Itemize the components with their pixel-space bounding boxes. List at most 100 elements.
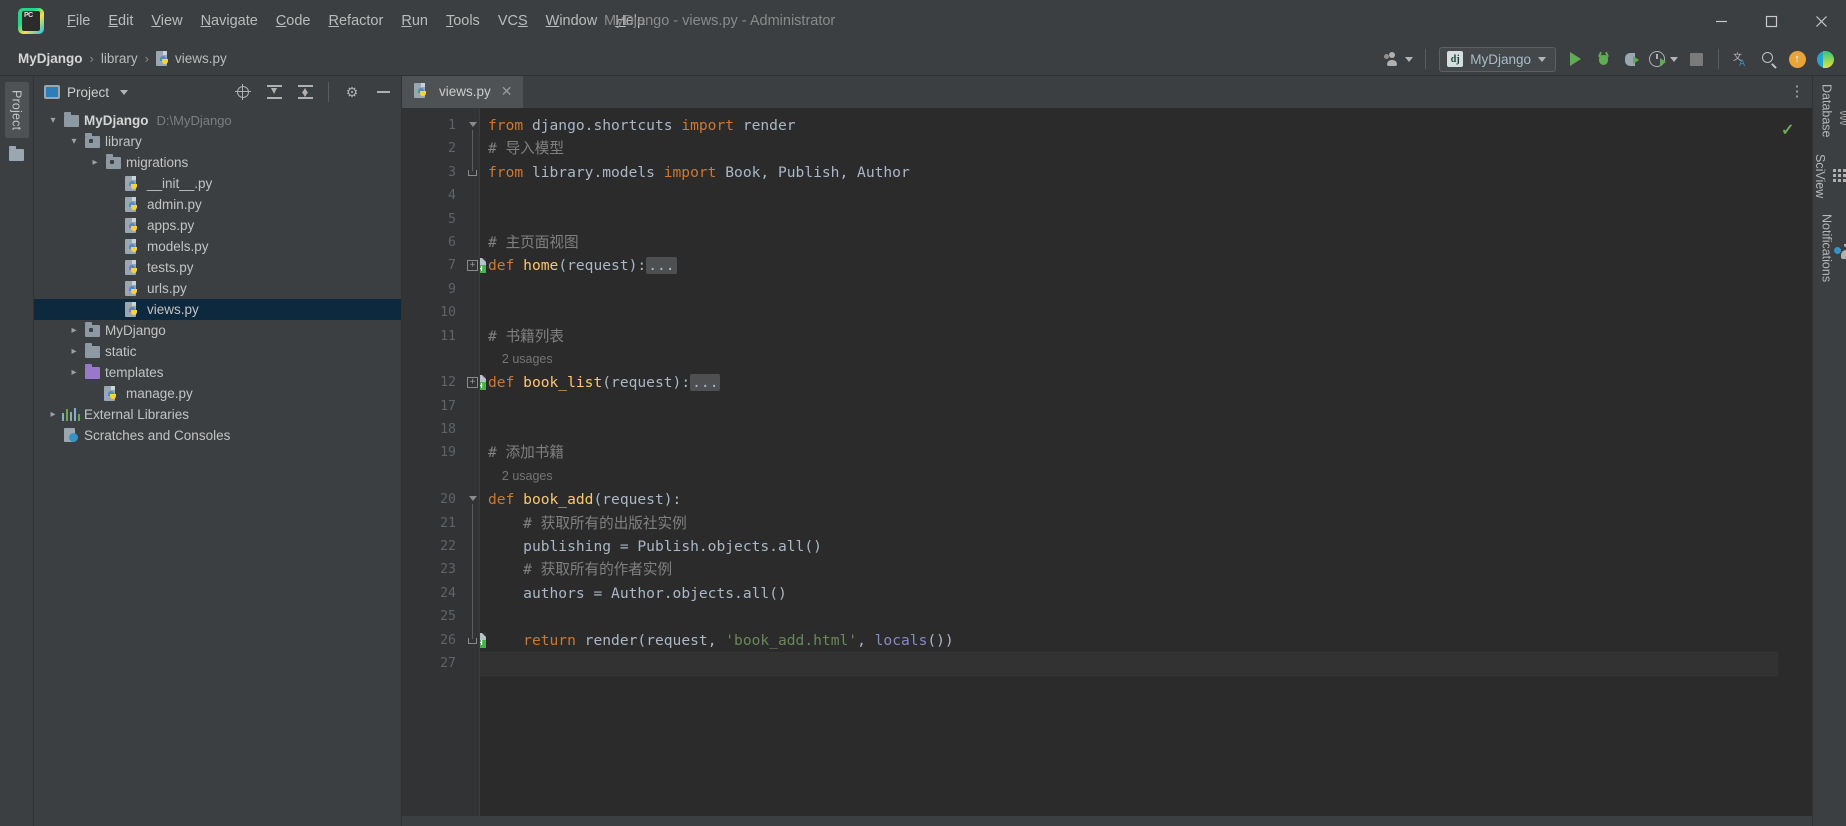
share-project-button[interactable] bbox=[1381, 46, 1416, 72]
fold-end-icon[interactable] bbox=[468, 637, 477, 644]
tree-item-views-py[interactable]: views.py bbox=[34, 299, 401, 320]
jetbrains-toolbox-button[interactable] bbox=[1812, 46, 1838, 72]
expand-fold-icon[interactable]: + bbox=[467, 260, 478, 272]
menu-file[interactable]: File bbox=[58, 9, 99, 33]
code-line-10[interactable] bbox=[488, 301, 1778, 324]
tree-item-external-libraries[interactable]: ▸ External Libraries bbox=[34, 404, 401, 425]
code-line-6[interactable]: # 主页面视图 bbox=[488, 231, 1778, 254]
chevron-down-icon[interactable] bbox=[120, 89, 129, 95]
chevron-right-icon[interactable]: ▸ bbox=[65, 346, 83, 357]
code-line-26[interactable]: return render(request, 'book_add.html', … bbox=[488, 629, 1778, 652]
code-content[interactable]: from django.shortcuts import render # 导入模… bbox=[480, 108, 1778, 816]
breadcrumb-project[interactable]: MyDjango bbox=[18, 51, 83, 66]
menu-window[interactable]: Window bbox=[537, 9, 607, 33]
translate-button[interactable]: 文 A bbox=[1728, 46, 1754, 72]
hide-panel-button[interactable] bbox=[371, 80, 395, 104]
code-line-20[interactable]: def book_add(request): bbox=[488, 488, 1778, 511]
usages-hint[interactable]: 2 usages bbox=[488, 465, 1778, 488]
tree-item-mydjango[interactable]: ▸ MyDjango bbox=[34, 320, 401, 341]
close-button[interactable] bbox=[1796, 0, 1846, 42]
minimize-button[interactable] bbox=[1696, 0, 1746, 42]
chevron-right-icon[interactable]: ▸ bbox=[86, 157, 104, 168]
code-line-9[interactable] bbox=[488, 278, 1778, 301]
menu-code[interactable]: Code bbox=[267, 9, 320, 33]
code-line-12[interactable]: def book_list(request):... bbox=[488, 371, 1778, 394]
project-settings-button[interactable]: ⚙ bbox=[340, 80, 364, 104]
tree-item-init-py[interactable]: __init__.py bbox=[34, 173, 401, 194]
tree-item-library[interactable]: ▾ library bbox=[34, 131, 401, 152]
code-line-25[interactable] bbox=[488, 605, 1778, 628]
code-line-11[interactable]: # 书籍列表 bbox=[488, 325, 1778, 348]
chevron-right-icon[interactable]: ▸ bbox=[44, 409, 62, 420]
tree-item-templates[interactable]: ▸ templates bbox=[34, 362, 401, 383]
editor-scrollbar[interactable] bbox=[1800, 108, 1812, 816]
debug-button[interactable] bbox=[1590, 46, 1616, 72]
usages-hint[interactable]: 2 usages bbox=[488, 348, 1778, 371]
fold-marker[interactable]: + bbox=[466, 254, 479, 277]
code-folding-strip[interactable]: + + bbox=[466, 108, 480, 816]
fold-marker[interactable] bbox=[466, 160, 479, 184]
tree-item-urls-py[interactable]: urls.py bbox=[34, 278, 401, 299]
tool-window-button-project[interactable]: Project bbox=[4, 82, 29, 139]
tool-window-button-notifications[interactable]: Notifications bbox=[1820, 214, 1846, 282]
menu-tools[interactable]: Tools bbox=[437, 9, 489, 33]
tree-item-tests-py[interactable]: tests.py bbox=[34, 257, 401, 278]
tool-window-button-structure[interactable] bbox=[6, 142, 28, 168]
menu-run[interactable]: Run bbox=[392, 9, 437, 33]
chevron-down-icon[interactable]: ▾ bbox=[65, 136, 83, 147]
chevron-down-icon[interactable]: ▾ bbox=[44, 115, 62, 126]
editor-gutter[interactable]: 1 2 3 4 5 6 7 H 9 10 11 12 H 17 18 19 20 21 22 23 24 25 26 H 27 bbox=[402, 108, 486, 816]
menu-navigate[interactable]: Navigate bbox=[192, 9, 267, 33]
tool-window-button-sciview[interactable]: SciView bbox=[1813, 154, 1846, 198]
fold-marker[interactable]: + bbox=[466, 371, 479, 394]
expand-fold-icon[interactable]: + bbox=[467, 377, 478, 389]
code-line-3[interactable]: from library.models import Book, Publish… bbox=[488, 161, 1778, 184]
code-line-24[interactable]: authors = Author.objects.all() bbox=[488, 582, 1778, 605]
code-line-2[interactable]: # 导入模型 bbox=[488, 137, 1778, 160]
update-button[interactable]: ↑ bbox=[1784, 46, 1810, 72]
collapse-all-button[interactable] bbox=[293, 80, 317, 104]
menu-vcs[interactable]: VCS bbox=[489, 9, 537, 33]
close-tab-icon[interactable]: ✕ bbox=[501, 83, 513, 100]
tree-item-admin-py[interactable]: admin.py bbox=[34, 194, 401, 215]
run-button[interactable] bbox=[1562, 46, 1588, 72]
chevron-right-icon[interactable]: ▸ bbox=[65, 367, 83, 378]
tree-item-static[interactable]: ▸ static bbox=[34, 341, 401, 362]
code-line-1[interactable]: from django.shortcuts import render bbox=[488, 114, 1778, 137]
stop-button[interactable] bbox=[1683, 46, 1709, 72]
breadcrumb-folder[interactable]: library bbox=[101, 51, 138, 66]
menu-view[interactable]: View bbox=[142, 9, 191, 33]
editor-options-button[interactable]: ⋮ bbox=[1782, 76, 1812, 108]
expand-all-button[interactable] bbox=[262, 80, 286, 104]
menu-edit[interactable]: Edit bbox=[99, 9, 142, 33]
editor-tab-views-py[interactable]: views.py ✕ bbox=[402, 76, 523, 108]
fold-marker[interactable] bbox=[466, 114, 479, 138]
fold-marker[interactable] bbox=[466, 488, 479, 513]
breadcrumb-file[interactable]: views.py bbox=[155, 50, 227, 67]
run-coverage-button[interactable] bbox=[1618, 46, 1644, 72]
profile-button[interactable] bbox=[1646, 46, 1681, 72]
tree-item-apps-py[interactable]: apps.py bbox=[34, 215, 401, 236]
code-line-7[interactable]: def home(request):... bbox=[488, 254, 1778, 277]
maximize-button[interactable] bbox=[1746, 0, 1796, 42]
search-everywhere-button[interactable] bbox=[1756, 46, 1782, 72]
collapse-fold-icon[interactable] bbox=[469, 496, 477, 502]
inspection-gutter[interactable]: ✓ bbox=[1778, 108, 1800, 816]
tree-item-scratches-and-consoles[interactable]: Scratches and Consoles bbox=[34, 425, 401, 446]
tree-item-migrations[interactable]: ▸ migrations bbox=[34, 152, 401, 173]
collapse-fold-icon[interactable] bbox=[469, 122, 477, 127]
fold-marker[interactable] bbox=[466, 628, 479, 652]
tool-window-button-database[interactable]: Database bbox=[1820, 84, 1846, 138]
tree-item-manage-py[interactable]: manage.py bbox=[34, 383, 401, 404]
tree-item-models-py[interactable]: models.py bbox=[34, 236, 401, 257]
code-line-22[interactable]: publishing = Publish.objects.all() bbox=[488, 535, 1778, 558]
code-line-17[interactable] bbox=[488, 395, 1778, 418]
select-opened-file-button[interactable] bbox=[231, 80, 255, 104]
fold-end-icon[interactable] bbox=[468, 169, 477, 176]
code-line-23[interactable]: # 获取所有的作者实例 bbox=[488, 558, 1778, 581]
run-configuration-selector[interactable]: dj MyDjango bbox=[1439, 46, 1556, 72]
code-line-19[interactable]: # 添加书籍 bbox=[488, 441, 1778, 464]
tree-item-mydjango[interactable]: ▾ MyDjango D:\MyDjango bbox=[34, 110, 401, 131]
project-tree[interactable]: ▾ MyDjango D:\MyDjango ▾ library ▸ migrations _… bbox=[34, 108, 401, 826]
chevron-right-icon[interactable]: ▸ bbox=[65, 325, 83, 336]
